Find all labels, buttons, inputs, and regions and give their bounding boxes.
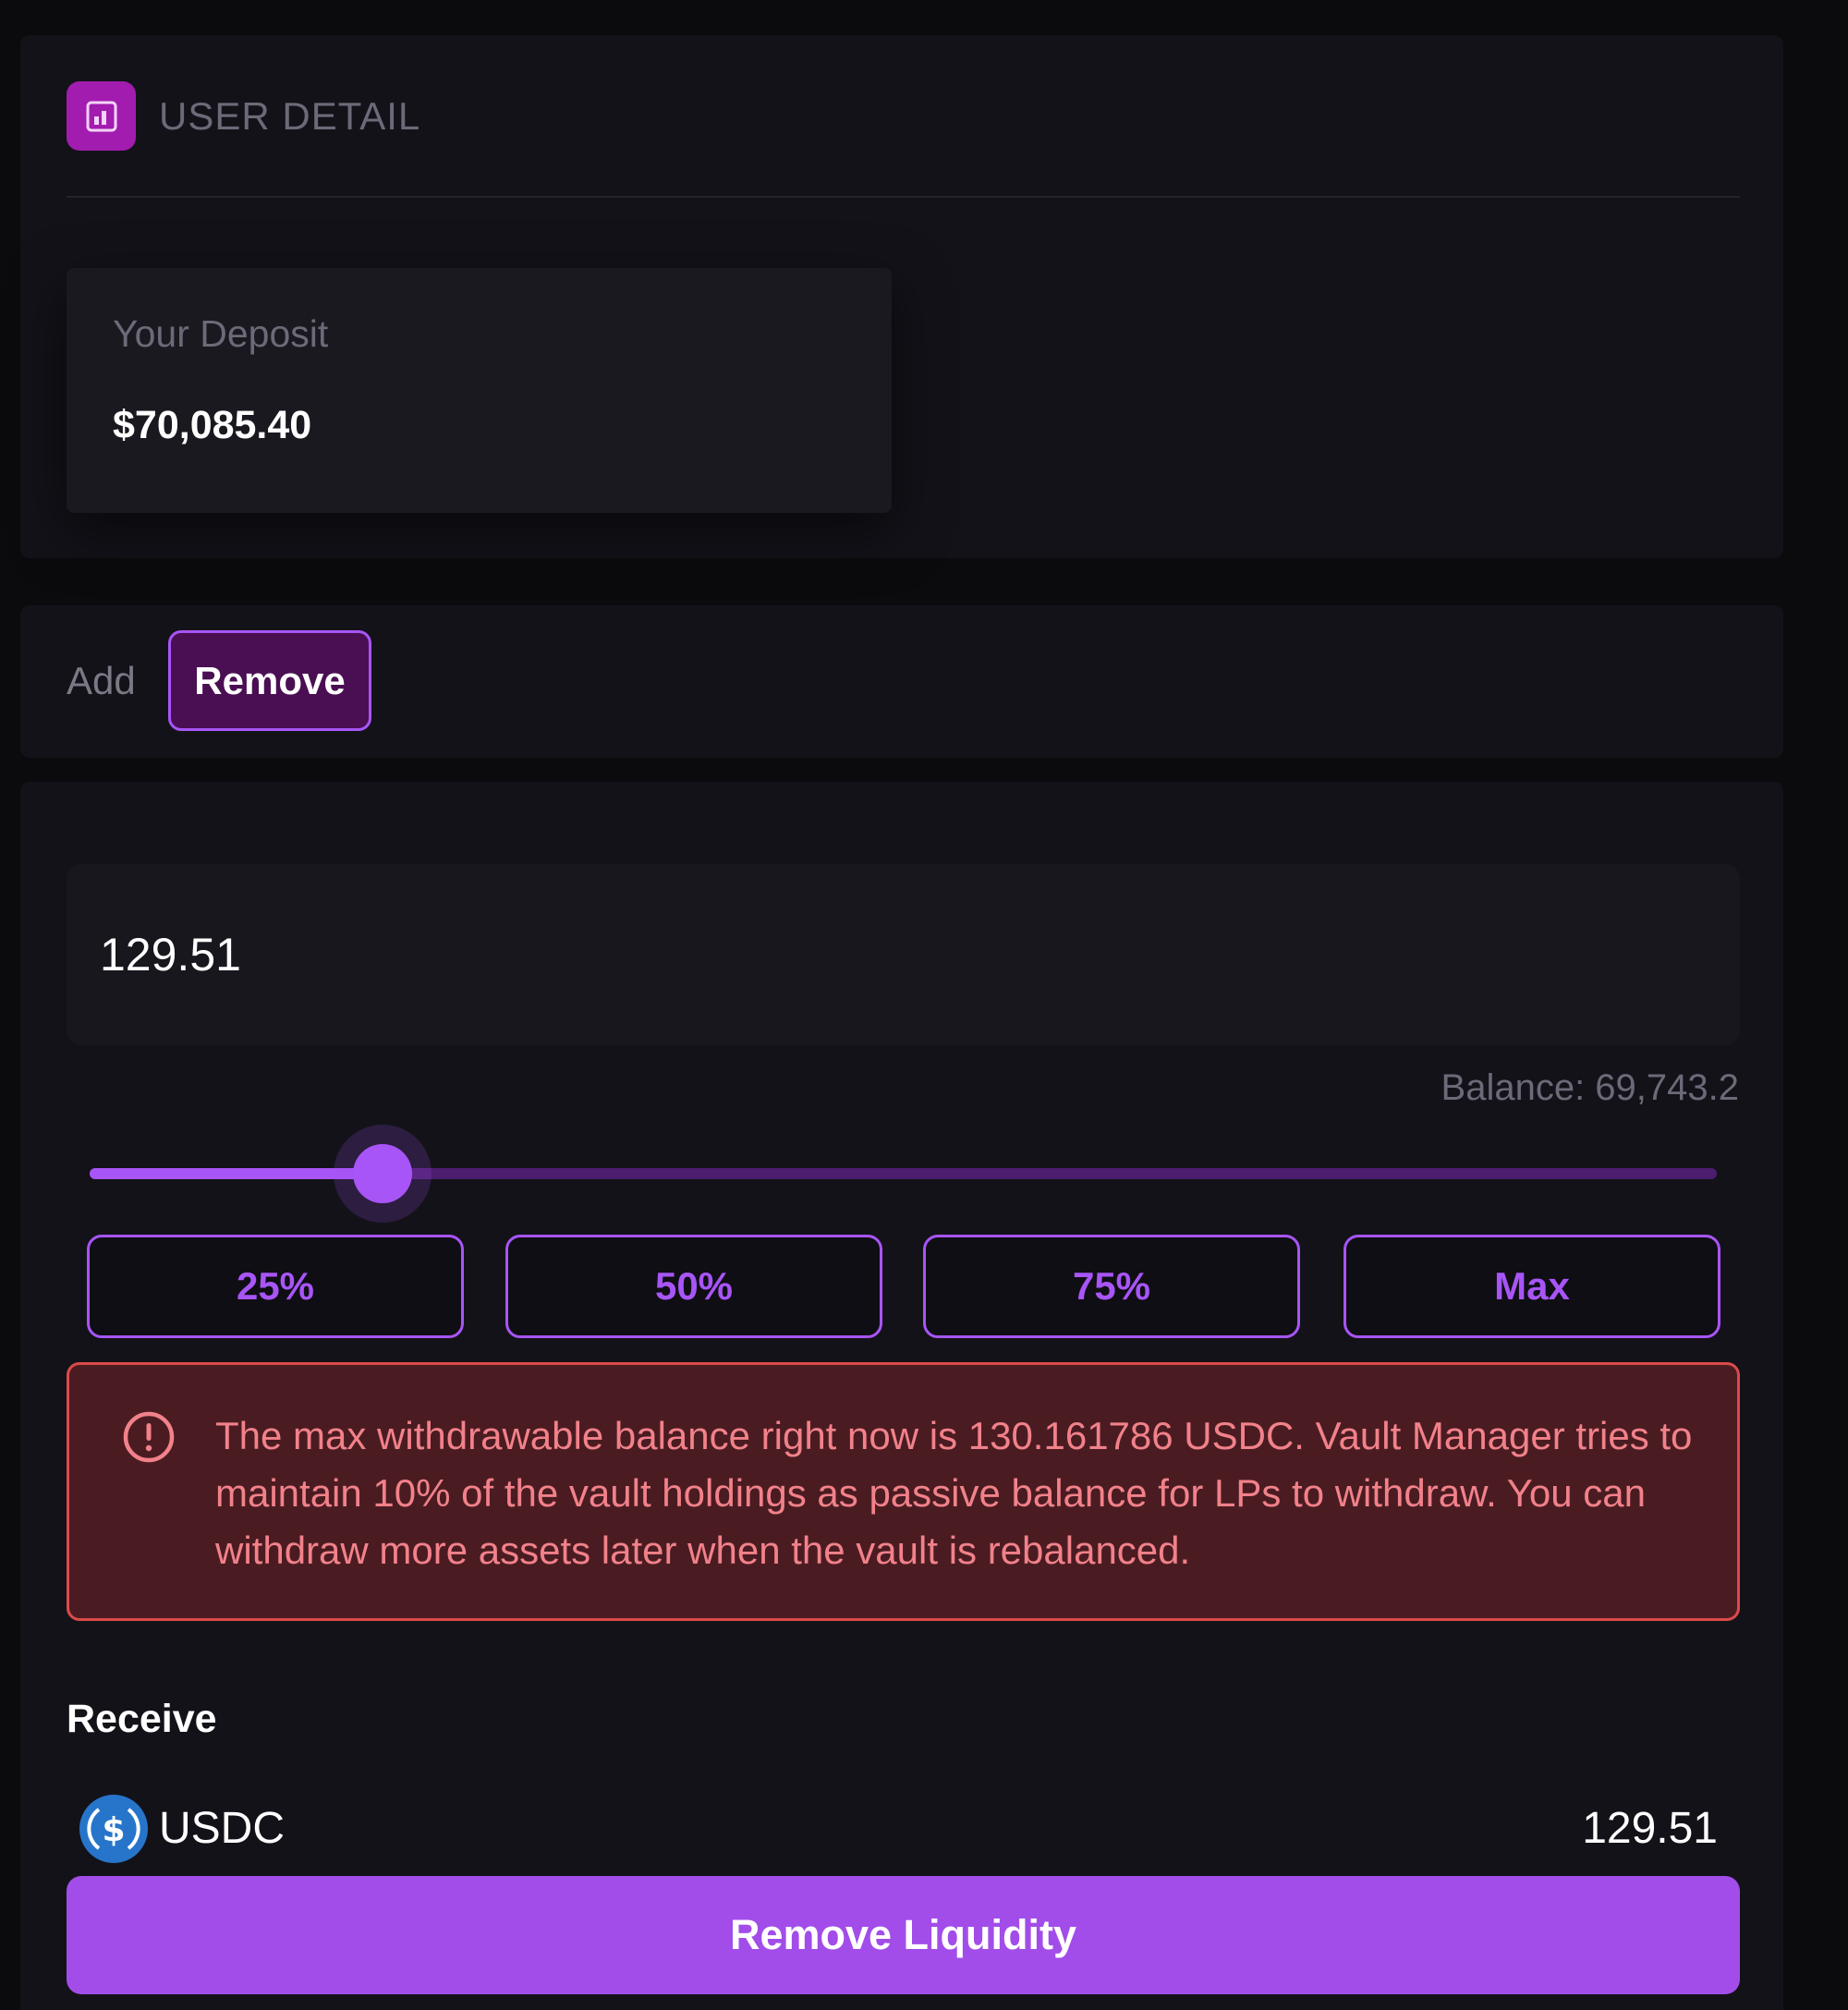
remove-liquidity-button[interactable]: Remove Liquidity: [67, 1876, 1740, 1994]
deposit-value: $70,085.40: [113, 403, 312, 447]
amount-slider[interactable]: [90, 1125, 1717, 1223]
max-button[interactable]: Max: [1343, 1235, 1720, 1338]
svg-text:$: $: [102, 1811, 125, 1849]
receive-label: Receive: [67, 1697, 217, 1741]
usdc-icon: $: [79, 1795, 148, 1863]
deposit-label: Your Deposit: [113, 312, 329, 355]
percent-50-button[interactable]: 50%: [505, 1235, 882, 1338]
tab-add[interactable]: Add: [67, 658, 136, 704]
divider: [67, 196, 1740, 198]
token-name: USDC: [159, 1804, 286, 1853]
tab-remove[interactable]: Remove: [168, 630, 371, 731]
slider-thumb[interactable]: [352, 1144, 412, 1203]
receive-amount: 129.51: [1582, 1804, 1718, 1853]
percent-75-button[interactable]: 75%: [923, 1235, 1300, 1338]
deposit-card: Your Deposit $70,085.40: [67, 268, 892, 513]
section-title: USER DETAIL: [159, 94, 421, 138]
percent-25-button[interactable]: 25%: [87, 1235, 464, 1338]
withdraw-limit-alert: The max withdrawable balance right now i…: [67, 1362, 1740, 1621]
balance-text: Balance: 69,743.2: [1441, 1067, 1739, 1108]
exclamation-circle-icon: [123, 1411, 175, 1463]
amount-input[interactable]: [67, 864, 1740, 1045]
chart-square-icon: [67, 81, 136, 151]
alert-message: The max withdrawable balance right now i…: [215, 1414, 1693, 1572]
